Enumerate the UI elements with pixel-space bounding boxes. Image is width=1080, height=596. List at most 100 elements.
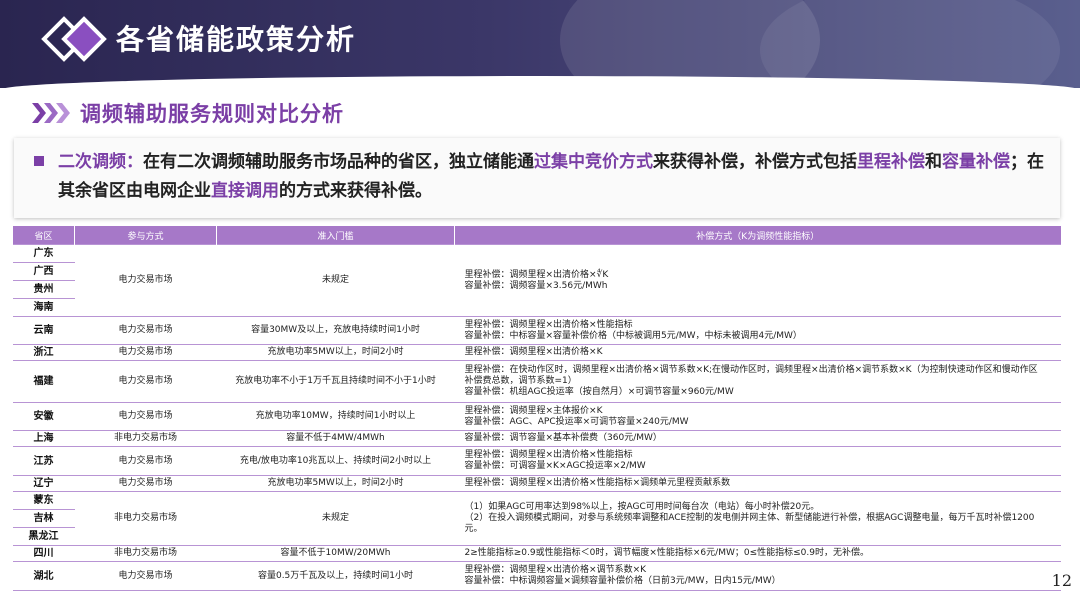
compensation-line: 里程补偿：调频里程×出清价格×性能指标×调频单元里程贡献系数: [464, 478, 731, 488]
threshold-cell: 容量0.5万千瓦及以上，持续时间1小时: [216, 561, 455, 591]
compensation-line: 容量补偿：中标调频容量×调频容量补偿价格（日前3元/MW，日内15元/MW）: [464, 576, 781, 586]
participation-mode-cell: 电力交易市场: [74, 360, 217, 403]
table-header-row: 省区 参与方式 准入门槛 补偿方式（K为调频性能指标）: [12, 226, 1061, 245]
compensation-cell: 里程补偿：调频里程×出清价格×调节系数×K 容量补偿：中标调频容量×调频容量补偿价…: [454, 561, 1061, 591]
desc-highlight: 里程补偿: [857, 152, 925, 172]
participation-mode-cell: 电力交易市场: [74, 561, 217, 591]
province-cell: 云南: [12, 316, 75, 345]
bullet-square-icon: [34, 156, 44, 166]
compensation-line: 容量补偿：可调容量×K×AGC投运率×2/MW: [464, 461, 646, 471]
threshold-cell: 充放电功率5MW以上，时间2小时: [216, 475, 455, 492]
participation-mode-cell: 电力交易市场: [74, 244, 217, 317]
province-name: 广西: [12, 262, 75, 280]
compensation-line: 容量补偿：中标容量×容量补偿价格（中标被调用5元/MW，中标未被调用4元/MW）: [464, 330, 802, 341]
province-name: 蒙东: [33, 495, 54, 506]
description-box: 二次调频：在有二次调频辅助服务市场品种的省区，独立储能通过集中竞价方式来获得补偿…: [14, 138, 1060, 218]
compensation-line: 补偿费总数，调节系数=1）: [464, 376, 577, 386]
threshold-cell: 未规定: [216, 244, 455, 317]
threshold-cell: 容量不低于10MW/20MWh: [216, 545, 455, 562]
participation-mode-cell: 非电力交易市场: [74, 491, 217, 546]
desc-highlight: 直接调用: [211, 181, 279, 201]
table-row: 江苏 电力交易市场 充电/放电功率10兆瓦以上、持续时间2小时以上 里程补偿：调频里程…: [12, 446, 1061, 476]
desc-part: 的方式来获得补偿。: [279, 181, 432, 201]
threshold-cell: 充放电功率不小于1万千瓦且持续时间不小于1小时: [216, 360, 455, 403]
province-name: 广东: [33, 248, 54, 259]
page-title: 各省储能政策分析: [116, 23, 357, 56]
compensation-line: （2）在投入调频模式期间，对参与系统频率调整和ACE控制的发电侧并网主体、新型储…: [464, 513, 1035, 523]
section-heading: 调频辅助服务规则对比分析: [32, 98, 344, 128]
province-name: 海南: [12, 298, 75, 316]
chevrons-icon: [32, 103, 70, 123]
section-title: 调频辅助服务规则对比分析: [80, 102, 344, 126]
province-name: 贵州: [12, 280, 75, 298]
table-row: 上海 非电力交易市场 容量不低于4MW/4MWh 容量补偿：调节容量×基本补偿费（36…: [12, 430, 1061, 447]
compensation-line: 里程补偿：调频里程×出清价格×性能指标: [464, 319, 633, 330]
diamond-logo-icon: [41, 16, 107, 62]
province-cell: 江苏: [12, 446, 75, 476]
desc-part: 在有二次调频辅助服务市场品种的省区，独立储能通: [143, 152, 534, 172]
table-row: 安徽 电力交易市场 充放电功率10MW，持续时间1小时以上 里程补偿：调频里程×主体报…: [12, 402, 1061, 431]
policy-table: 省区 参与方式 准入门槛 补偿方式（K为调频性能指标） 广东 广西 贵州 海南 电力交易…: [12, 226, 1061, 591]
compensation-line: 2≥性能指标≥0.9或性能指标＜0时，调节幅度×性能指标×6元/MW；0≤性能指…: [464, 548, 869, 558]
compensation-line: 容量补偿：机组AGC投运率（按自然月）×可调节容量×960元/MW: [464, 387, 734, 397]
compensation-line: 里程补偿：在快动作区时，调频里程×出清价格×调节系数×K;在慢动作区时，调频里程…: [464, 365, 1038, 375]
table-row: 广东广西 贵州 海南 电力交易市场 未规定 里程补偿：调频里程×出清价格×∜K 容量补偿：调…: [12, 244, 1061, 317]
table-row: 云南 电力交易市场 容量30MW及以上，充放电持续时间1小时 里程补偿：调频里程×出清…: [12, 316, 1061, 345]
province-name: 吉林: [12, 509, 75, 527]
province-cell: 湖北: [12, 561, 75, 591]
compensation-line: （1）如果AGC可用率达到98%以上，按AGC可用时间每台次（电站）每小时补偿2…: [464, 502, 820, 512]
table-row: 浙江 电力交易市场 充放电功率5MW以上，时间2小时 里程补偿：调频里程×出清价格×K: [12, 344, 1061, 361]
description-text: 二次调频：在有二次调频辅助服务市场品种的省区，独立储能通过集中竞价方式来获得补偿…: [58, 148, 1048, 206]
province-cell: 浙江: [12, 344, 75, 361]
compensation-line: 容量补偿：AGC、APC投运率×可调节容量×240元/MW: [464, 416, 689, 427]
threshold-cell: 充电/放电功率10兆瓦以上、持续时间2小时以上: [216, 446, 455, 476]
compensation-cell: 2≥性能指标≥0.9或性能指标＜0时，调节幅度×性能指标×6元/MW；0≤性能指…: [454, 545, 1061, 562]
province-cell: 上海: [12, 430, 75, 447]
province-name: 黑龙江: [12, 527, 75, 545]
table-row: 辽宁 电力交易市场 充放电功率5MW以上，时间2小时 里程补偿：调频里程×出清价格×性…: [12, 475, 1061, 492]
compensation-cell: 里程补偿：在快动作区时，调频里程×出清价格×调节系数×K;在慢动作区时，调频里程…: [454, 360, 1061, 403]
table-row: 蒙东吉林 黑龙江 非电力交易市场 未规定 （1）如果AGC可用率达到98%以上，按AGC…: [12, 491, 1061, 546]
table-row: 四川 非电力交易市场 容量不低于10MW/20MWh 2≥性能指标≥0.9或性能指标＜…: [12, 545, 1061, 562]
table-row: 湖北 电力交易市场 容量0.5万千瓦及以上，持续时间1小时 里程补偿：调频里程×出清价…: [12, 561, 1061, 591]
compensation-line: 元。: [464, 524, 483, 534]
header-banner: 各省储能政策分析: [0, 0, 1080, 88]
threshold-cell: 未规定: [216, 491, 455, 546]
column-header: 省区: [12, 226, 75, 245]
compensation-line: 里程补偿：调频里程×出清价格×调节系数×K: [464, 565, 647, 575]
participation-mode-cell: 电力交易市场: [74, 344, 217, 361]
compensation-cell: 容量补偿：调节容量×基本补偿费（360元/MW）: [454, 430, 1061, 447]
compensation-line: 容量补偿：调节容量×基本补偿费（360元/MW）: [464, 433, 662, 443]
province-cell: 福建: [12, 360, 75, 403]
compensation-line: 里程补偿：调频里程×主体报价×K: [464, 405, 603, 416]
page-number: 12: [1051, 571, 1072, 590]
compensation-line: 里程补偿：调频里程×出清价格×性能指标: [464, 450, 633, 460]
province-cell: 蒙东 吉林 黑龙江: [12, 491, 75, 546]
column-header: 准入门槛: [216, 226, 455, 245]
compensation-cell: 里程补偿：调频里程×出清价格×性能指标×调频单元里程贡献系数: [454, 475, 1061, 492]
participation-mode-cell: 电力交易市场: [74, 316, 217, 345]
participation-mode-cell: 非电力交易市场: [74, 545, 217, 562]
participation-mode-cell: 电力交易市场: [74, 402, 217, 431]
province-cell: 辽宁: [12, 475, 75, 492]
desc-part: 和: [925, 152, 942, 172]
compensation-line: 里程补偿：调频里程×出清价格×∜K: [464, 269, 609, 280]
column-header: 补偿方式（K为调频性能指标）: [454, 226, 1061, 245]
threshold-cell: 容量30MW及以上，充放电持续时间1小时: [216, 316, 455, 345]
participation-mode-cell: 非电力交易市场: [74, 430, 217, 447]
compensation-line: 里程补偿：调频里程×出清价格×K: [464, 347, 603, 357]
participation-mode-cell: 电力交易市场: [74, 446, 217, 476]
threshold-cell: 充放电功率5MW以上，时间2小时: [216, 344, 455, 361]
compensation-cell: 里程补偿：调频里程×出清价格×∜K 容量补偿：调频容量×3.56元/MWh: [454, 244, 1061, 317]
participation-mode-cell: 电力交易市场: [74, 475, 217, 492]
compensation-cell: 里程补偿：调频里程×出清价格×性能指标 容量补偿：中标容量×容量补偿价格（中标被调…: [454, 316, 1061, 345]
threshold-cell: 充放电功率10MW，持续时间1小时以上: [216, 402, 455, 431]
desc-highlight: 过集中竞价方式: [534, 152, 653, 172]
table-row: 福建 电力交易市场 充放电功率不小于1万千瓦且持续时间不小于1小时 里程补偿：在快动作…: [12, 360, 1061, 403]
threshold-cell: 容量不低于4MW/4MWh: [216, 430, 455, 447]
compensation-line: 容量补偿：调频容量×3.56元/MWh: [464, 280, 608, 291]
province-cell: 安徽: [12, 402, 75, 431]
column-header: 参与方式: [74, 226, 217, 245]
province-cell: 广东 广西 贵州 海南: [12, 244, 75, 317]
compensation-cell: 里程补偿：调频里程×出清价格×性能指标 容量补偿：可调容量×K×AGC投运率×2/…: [454, 446, 1061, 476]
